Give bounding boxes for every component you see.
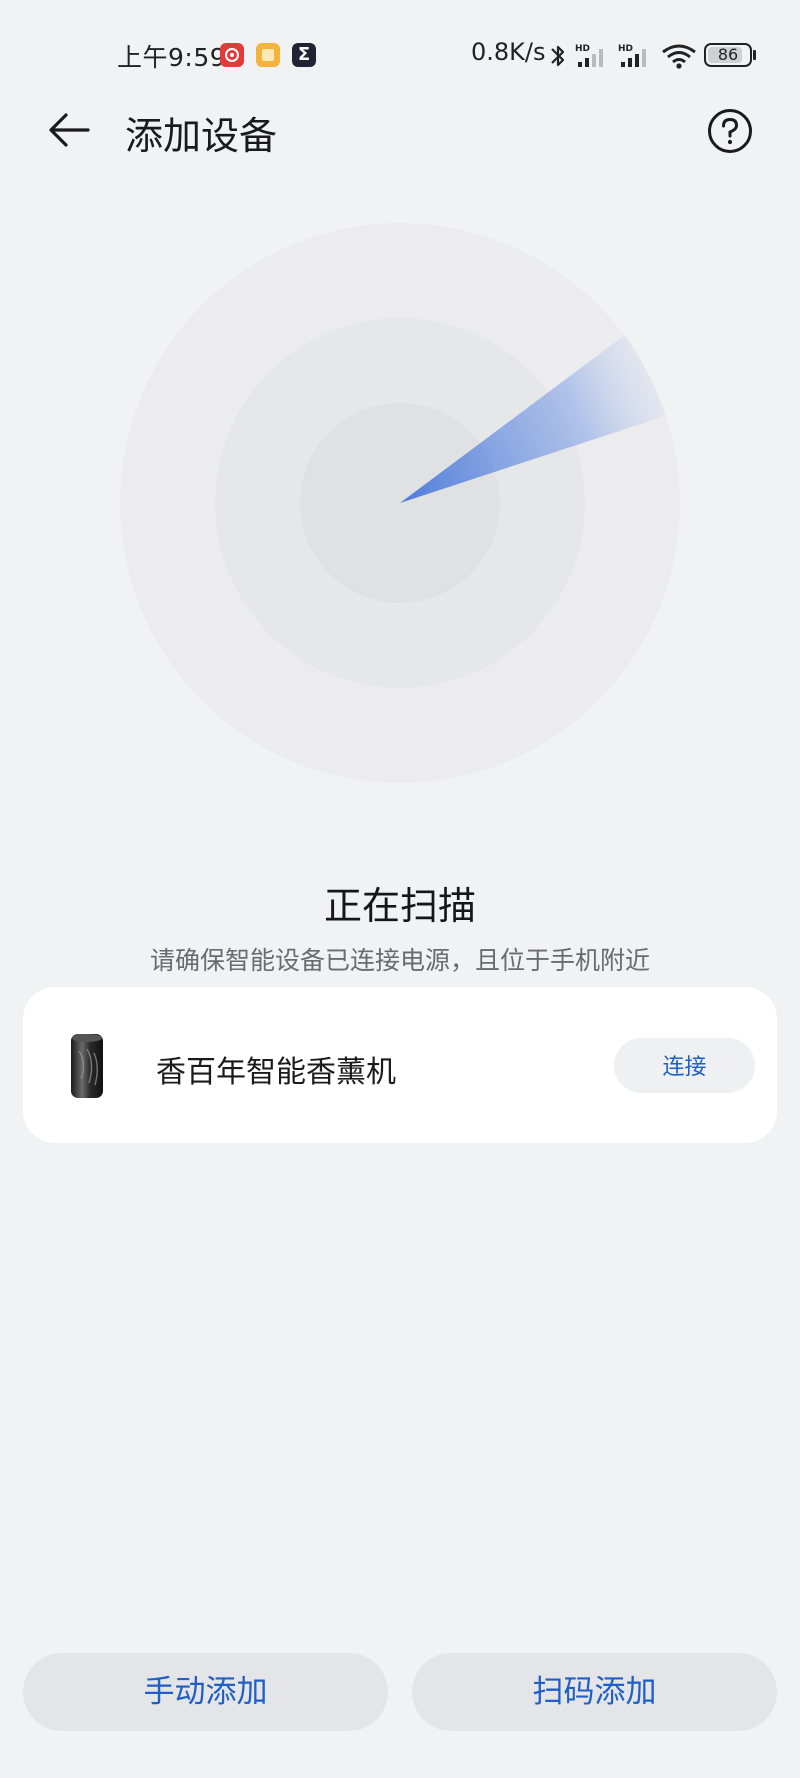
battery-icon: 86 [704,43,756,67]
device-card[interactable]: 香百年智能香薰机 连接 [23,987,777,1143]
back-button[interactable] [44,104,96,156]
svg-text:HD: HD [618,44,633,54]
bluetooth-icon [551,45,565,67]
page-title: 添加设备 [125,114,278,158]
manual-add-button[interactable]: 手动添加 [23,1653,388,1731]
scan-title: 正在扫描 [323,884,476,928]
scanning-radar [120,223,680,783]
signal-hd-icon-1: HD [575,44,603,67]
network-speed: 0.8K/s [471,38,546,66]
help-button[interactable] [707,108,753,154]
connect-button[interactable]: 连接 [614,1038,755,1093]
battery-level: 86 [717,45,739,64]
status-time: 上午9:59 [117,43,227,72]
scan-code-add-button[interactable]: 扫码添加 [412,1653,777,1731]
notes-icon [256,43,280,67]
back-arrow-icon [49,113,90,147]
diffuser-thumbnail [67,1031,107,1101]
sigma-icon: Σ [292,43,316,67]
scan-hint: 请确保智能设备已连接电源，且位于手机附近 [149,946,650,975]
svg-text:HD: HD [575,44,590,54]
signal-hd-icon-2: HD [618,44,646,67]
help-icon [708,109,752,153]
wifi-icon [662,44,696,69]
status-bar: 上午9:59 Σ 0.8K/s HD HD 86 [0,0,800,110]
netease-music-icon [220,43,244,67]
device-name: 香百年智能香薰机 [156,1055,396,1090]
